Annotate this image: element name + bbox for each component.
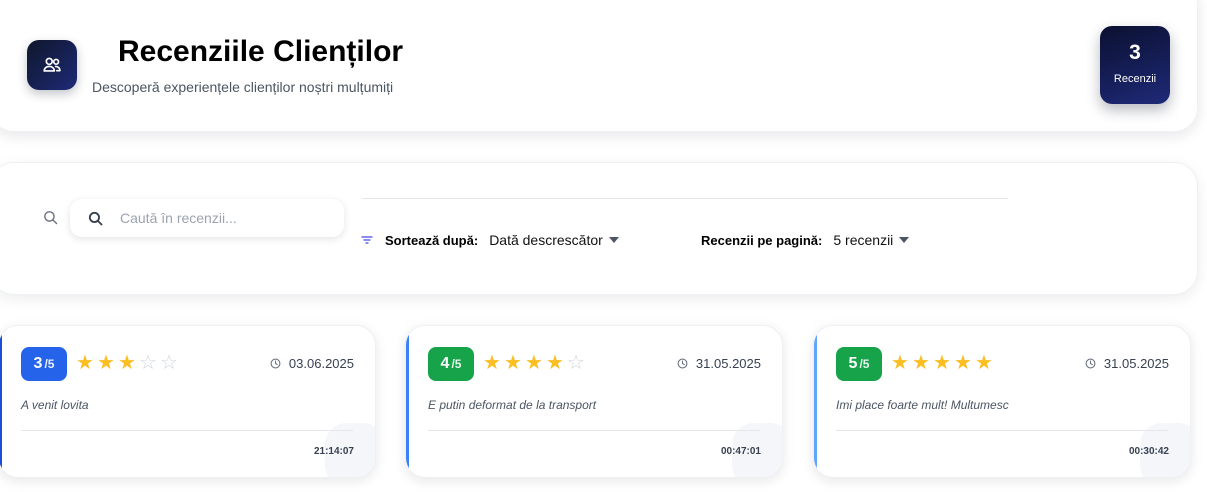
star-filled-icon: ★: [975, 352, 993, 374]
star-empty-icon: ☆: [567, 352, 585, 374]
search-input[interactable]: [120, 210, 330, 226]
star-filled-icon: ★: [76, 352, 94, 374]
rating-max: /5: [859, 357, 870, 371]
star-empty-icon: ☆: [160, 352, 178, 374]
star-filled-icon: ★: [546, 352, 564, 374]
filter-divider: [362, 198, 1008, 199]
review-count-label: Recenzii: [1113, 73, 1157, 85]
sort-select[interactable]: Dată descrescător: [489, 232, 619, 248]
star-filled-icon: ★: [933, 352, 951, 374]
per-page-control: Recenzii pe pagină: 5 recenzii: [701, 231, 910, 249]
clock-icon: [677, 358, 688, 369]
rating-value: 5: [848, 355, 858, 372]
review-text: A venit lovita: [21, 398, 89, 412]
sort-control: Sortează după: Dată descrescător: [361, 231, 619, 249]
search-input-icon: [87, 210, 104, 227]
review-count-badge: 3 Recenzii: [1100, 26, 1170, 104]
star-filled-icon: ★: [912, 352, 930, 374]
clock-icon: [270, 358, 281, 369]
per-page-select-value: 5 recenzii: [833, 232, 894, 248]
rating-badge: 3/5: [21, 347, 67, 381]
review-time: 21:14:07: [313, 446, 354, 457]
filter-icon: [361, 235, 373, 245]
star-filled-icon: ★: [891, 352, 909, 374]
search-box[interactable]: [70, 199, 344, 237]
review-text: Imi place foarte mult! Multumesc: [836, 398, 1009, 412]
rating-value: 4: [440, 355, 450, 372]
star-filled-icon: ★: [954, 352, 972, 374]
users-icon: [41, 54, 63, 76]
card-accent: [0, 326, 2, 477]
page-title: Recenziile Clienților: [118, 35, 404, 68]
review-card: 4/5 ★ ★ ★ ★ ☆ 31.05.2025 E putin deformat de la…: [405, 325, 783, 478]
star-filled-icon: ★: [118, 352, 136, 374]
sort-label: Sortează după:: [385, 232, 479, 248]
chevron-down-icon: [899, 237, 910, 243]
card-accent: [406, 326, 409, 477]
star-filled-icon: ★: [483, 352, 501, 374]
rating-badge: 5/5: [836, 347, 882, 381]
header-icon-box: [27, 40, 77, 90]
search-icon: [42, 209, 59, 231]
page-subtitle: Descoperă experiențele clienților noștri…: [92, 79, 394, 95]
star-rating: ★ ★ ★ ☆ ☆: [75, 352, 179, 374]
review-card: 3/5 ★ ★ ★ ☆ ☆ 03.06.2025 A venit lovita 21:14:07: [0, 325, 376, 478]
rating-value: 3: [33, 355, 43, 372]
review-time: 00:47:01: [720, 446, 761, 457]
chevron-down-icon: [608, 237, 619, 243]
review-date: 31.05.2025: [677, 356, 761, 371]
review-divider: [428, 430, 760, 431]
review-date: 03.06.2025: [270, 356, 354, 371]
rating-badge: 4/5: [428, 347, 474, 381]
review-date-text: 31.05.2025: [1103, 356, 1169, 371]
star-rating: ★ ★ ★ ★ ☆: [482, 352, 586, 374]
review-divider: [836, 430, 1168, 431]
card-accent: [814, 326, 817, 477]
clock-icon: [1085, 358, 1096, 369]
review-date-text: 03.06.2025: [288, 356, 354, 371]
review-date-text: 31.05.2025: [695, 356, 761, 371]
star-filled-icon: ★: [525, 352, 543, 374]
star-filled-icon: ★: [504, 352, 522, 374]
review-divider: [21, 430, 353, 431]
review-text: E putin deformat de la transport: [428, 398, 597, 412]
review-time: 00:30:42: [1128, 446, 1169, 457]
per-page-select[interactable]: 5 recenzii: [833, 232, 910, 248]
review-card: 5/5 ★ ★ ★ ★ ★ 31.05.2025 Imi place foarte mult!…: [813, 325, 1191, 478]
sort-select-value: Dată descrescător: [489, 232, 603, 248]
rating-max: /5: [44, 357, 55, 371]
star-rating: ★ ★ ★ ★ ★: [890, 352, 994, 374]
per-page-label: Recenzii pe pagină:: [701, 232, 823, 248]
review-count-value: 3: [1129, 41, 1141, 64]
rating-max: /5: [451, 357, 462, 371]
star-empty-icon: ☆: [139, 352, 157, 374]
review-date: 31.05.2025: [1085, 356, 1169, 371]
star-filled-icon: ★: [97, 352, 115, 374]
